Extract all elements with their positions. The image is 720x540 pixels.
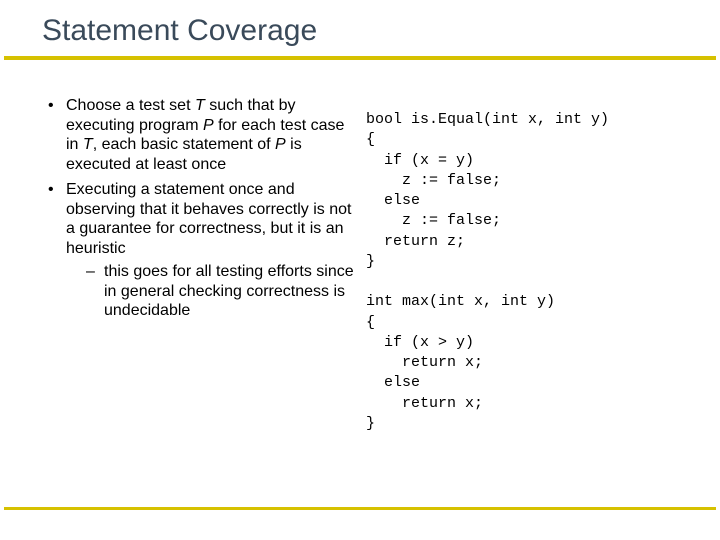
- slide: Statement Coverage Choose a test set T s…: [0, 0, 720, 540]
- bullet-item-2: Executing a statement once and observing…: [48, 180, 358, 321]
- sub-bullet-text: this goes for all testing efforts since …: [104, 263, 354, 319]
- italic-var: P: [275, 136, 286, 153]
- sub-bullet-list: this goes for all testing efforts since …: [66, 262, 358, 321]
- left-column: Choose a test set T such that by executi…: [18, 96, 358, 434]
- code-block: bool is.Equal(int x, int y) { if (x = y)…: [358, 96, 702, 434]
- bullet-text: Executing a statement once and observing…: [66, 181, 351, 257]
- footer-rule: [4, 507, 716, 510]
- italic-var: T: [195, 97, 205, 114]
- italic-var: T: [83, 136, 93, 153]
- bullet-item-1: Choose a test set T such that by executi…: [48, 96, 358, 174]
- text-fragment: Choose a test set: [66, 97, 195, 114]
- slide-title: Statement Coverage: [0, 0, 720, 56]
- text-fragment: , each basic statement of: [93, 136, 275, 153]
- italic-var: P: [203, 117, 214, 134]
- content-area: Choose a test set T such that by executi…: [0, 60, 720, 434]
- sub-bullet-item: this goes for all testing efforts since …: [86, 262, 358, 321]
- bullet-list: Choose a test set T such that by executi…: [18, 96, 358, 321]
